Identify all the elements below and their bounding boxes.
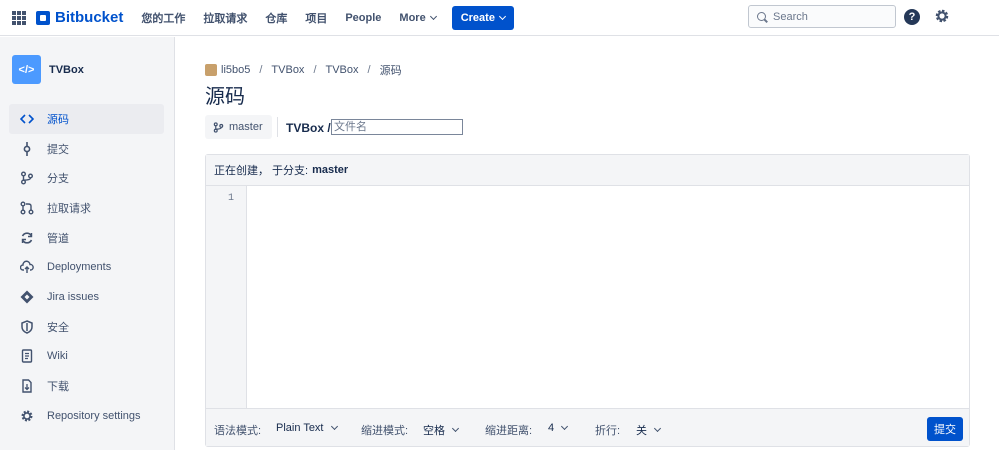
sidebar-item-pull-requests[interactable]: 拉取请求 <box>9 193 164 223</box>
nav-people[interactable]: People <box>345 12 381 24</box>
bitbucket-icon <box>36 10 50 25</box>
search-box[interactable] <box>748 5 896 28</box>
chevron-down-icon <box>429 12 437 20</box>
file-editor: 正在创建， 于分支: master 1 语法模式: Plain Text 缩进模… <box>205 154 970 447</box>
sidebar-item-security[interactable]: 安全 <box>9 312 164 342</box>
file-path-prefix: TVBox / <box>286 121 331 135</box>
chevron-down-icon <box>451 424 460 433</box>
nav-your-work[interactable]: 您的工作 <box>141 10 185 26</box>
sidebar-item-label: 分支 <box>47 173 69 186</box>
indent-mode-select[interactable]: 空格 <box>423 422 460 438</box>
repo-avatar: </> <box>12 55 41 84</box>
sidebar-item-downloads[interactable]: 下载 <box>9 371 164 401</box>
cloud-upload-icon <box>19 259 35 275</box>
jira-icon <box>19 289 35 305</box>
chevron-down-icon <box>330 422 338 431</box>
branch-name: master <box>229 121 263 133</box>
sidebar-item-label: 源码 <box>47 113 69 126</box>
sidebar-item-label: 拉取请求 <box>47 202 91 215</box>
branch-selector[interactable]: master <box>205 115 272 139</box>
create-label: Create <box>460 11 495 24</box>
syntax-mode-value: Plain Text <box>276 422 324 434</box>
sidebar-item-pipelines[interactable]: 管道 <box>9 223 164 253</box>
chevron-down-icon <box>561 422 569 431</box>
sidebar: </> TVBox 源码 提交 分支 拉取请求 管道 Deployments J… <box>0 37 175 450</box>
workspace-avatar <box>205 64 217 76</box>
commit-icon <box>19 141 35 157</box>
breadcrumb: li5bo5 / TVBox / TVBox / 源码 <box>205 62 402 78</box>
sidebar-item-label: Jira issues <box>47 290 99 303</box>
chevron-down-icon <box>653 424 662 433</box>
nav-projects[interactable]: 项目 <box>305 10 327 26</box>
shield-icon <box>19 319 35 335</box>
editor-footer: 语法模式: Plain Text 缩进模式: 空格 缩进距离: 4 折行: 关 … <box>206 408 969 446</box>
gear-icon <box>19 408 35 424</box>
repo-name: TVBox <box>49 63 84 76</box>
sidebar-item-label: 下载 <box>47 381 69 394</box>
sidebar-item-jira-issues[interactable]: Jira issues <box>9 282 164 312</box>
repo-header[interactable]: </> TVBox <box>12 55 84 84</box>
wrap-label: 折行: <box>595 425 621 437</box>
breadcrumb-project[interactable]: TVBox <box>271 64 304 76</box>
sidebar-item-commits[interactable]: 提交 <box>9 134 164 164</box>
sidebar-item-label: 提交 <box>47 143 69 156</box>
indent-size-label: 缩进距离: <box>485 425 533 437</box>
syntax-mode-select[interactable]: Plain Text <box>276 422 338 434</box>
breadcrumb-repository[interactable]: TVBox <box>326 64 359 76</box>
sidebar-item-source[interactable]: 源码 <box>9 104 164 134</box>
search-input[interactable] <box>773 10 883 23</box>
sidebar-item-label: 安全 <box>47 321 69 334</box>
editor-status-branch: master <box>312 164 349 176</box>
branch-icon <box>213 121 224 133</box>
sidebar-item-deployments[interactable]: Deployments <box>9 252 164 282</box>
indent-mode-value: 空格 <box>423 425 445 437</box>
wrap-select[interactable]: 关 <box>636 422 662 438</box>
breadcrumb-separator: / <box>259 64 263 76</box>
divider <box>277 117 278 137</box>
sidebar-item-label: Deployments <box>47 261 112 274</box>
sidebar-item-label: 管道 <box>47 232 69 245</box>
sidebar-item-wiki[interactable]: Wiki <box>9 342 164 372</box>
brand-name: Bitbucket <box>55 9 124 26</box>
indent-mode-label: 缩进模式: <box>361 425 409 437</box>
breadcrumb-workspace[interactable]: li5bo5 <box>221 64 250 76</box>
search-icon <box>757 12 766 21</box>
bitbucket-logo[interactable]: Bitbucket <box>36 9 123 26</box>
nav-more-label: More <box>399 11 426 24</box>
settings-gear-icon[interactable] <box>934 8 950 24</box>
indent-size-value: 4 <box>548 422 555 434</box>
create-button[interactable]: Create <box>451 5 514 30</box>
document-icon <box>19 348 35 364</box>
commit-button[interactable]: 提交 <box>927 417 963 441</box>
syntax-mode-label: 语法模式: <box>214 425 262 437</box>
sidebar-item-label: Wiki <box>47 350 68 363</box>
code-icon <box>19 111 35 127</box>
download-icon <box>19 378 35 394</box>
page-title: 源码 <box>205 86 245 108</box>
breadcrumb-separator: / <box>313 64 317 76</box>
sidebar-item-branches[interactable]: 分支 <box>9 163 164 193</box>
sidebar-menu: 源码 提交 分支 拉取请求 管道 Deployments Jira issues <box>9 104 164 431</box>
chevron-down-icon <box>498 12 506 20</box>
filename-input[interactable] <box>331 119 463 135</box>
breadcrumb-separator: / <box>367 64 371 76</box>
nav-more-dropdown[interactable]: More <box>399 11 437 24</box>
wrap-value: 关 <box>636 425 647 437</box>
code-editor[interactable]: 1 <box>206 186 969 408</box>
nav-repositories[interactable]: 仓库 <box>265 10 287 26</box>
breadcrumb-source[interactable]: 源码 <box>380 62 402 78</box>
app-switcher-icon[interactable] <box>12 10 26 25</box>
pipeline-icon <box>19 230 35 246</box>
editor-header: 正在创建， 于分支: master <box>206 155 969 186</box>
nav-pull-requests[interactable]: 拉取请求 <box>203 10 247 26</box>
sidebar-item-label: Repository settings <box>47 409 141 422</box>
branch-icon <box>19 170 35 186</box>
help-icon[interactable]: ? <box>904 9 920 25</box>
indent-size-select[interactable]: 4 <box>548 422 569 434</box>
pull-request-icon <box>19 200 35 216</box>
editor-status-text: 正在创建， 于分支: <box>214 165 309 177</box>
line-gutter: 1 <box>206 186 247 408</box>
line-number: 1 <box>227 193 234 204</box>
sidebar-item-repository-settings[interactable]: Repository settings <box>9 401 164 431</box>
